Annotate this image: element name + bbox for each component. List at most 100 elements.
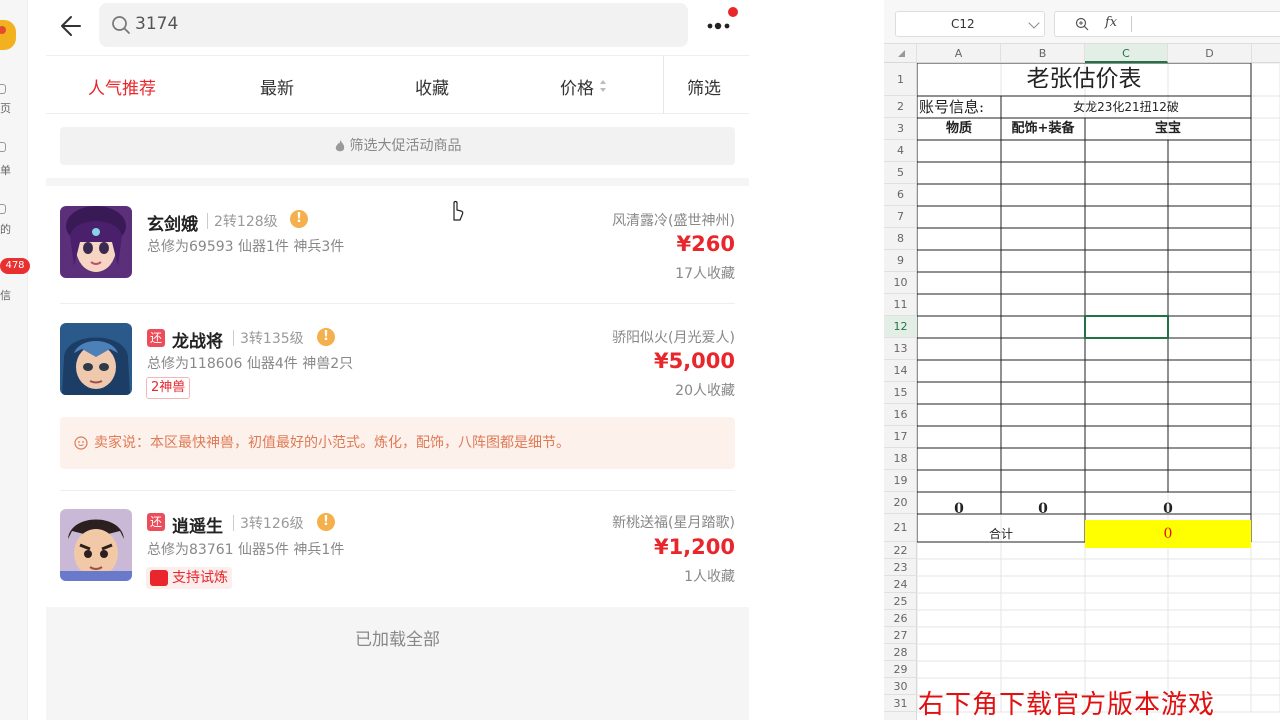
total-cell-c[interactable]: 0 xyxy=(1085,498,1251,520)
row-header-1[interactable]: 1 xyxy=(884,63,917,96)
cell-grid[interactable] xyxy=(917,63,1280,720)
item-name[interactable]: 逍遥生 xyxy=(172,512,223,537)
row-header-4[interactable]: 4 xyxy=(884,140,917,162)
promo-filter-button[interactable]: 筛选大促活动商品 xyxy=(60,127,735,165)
row-header-28[interactable]: 28 xyxy=(884,644,917,661)
row-header-11[interactable]: 11 xyxy=(884,294,917,316)
avatar[interactable] xyxy=(60,323,132,395)
sheet-title[interactable]: 老张估价表 xyxy=(917,63,1251,96)
home-icon[interactable] xyxy=(0,84,6,94)
row-header-24[interactable]: 24 xyxy=(884,576,917,593)
trial-support-label: 支持试炼 xyxy=(172,570,228,586)
tab-filter[interactable]: 筛选 xyxy=(687,74,721,99)
sidebar-label-message[interactable]: 信 xyxy=(0,287,11,303)
sort-tabs: 人气推荐 最新 收藏 价格 筛选 xyxy=(46,55,749,114)
item-name[interactable]: 龙战将 xyxy=(172,327,223,352)
account-value-cell[interactable]: 女龙23化21扭12破 xyxy=(1001,96,1251,118)
tab-favorites[interactable]: 收藏 xyxy=(415,74,449,99)
item-level: 2转128级 xyxy=(214,214,278,230)
selected-cell[interactable] xyxy=(1084,315,1169,339)
row-header-7[interactable]: 7 xyxy=(884,206,917,228)
warning-icon[interactable]: ! xyxy=(290,210,308,228)
warning-icon[interactable]: ! xyxy=(317,328,335,346)
promo-section: 筛选大促活动商品 xyxy=(46,114,749,178)
item-attributes: 总修为69593 仙器1件 神兵3件 xyxy=(147,239,345,255)
header-cell-pet[interactable]: 宝宝 xyxy=(1085,118,1251,140)
row-header-19[interactable]: 19 xyxy=(884,470,917,492)
sum-value-cell[interactable]: 0 xyxy=(1085,520,1251,548)
row-header-14[interactable]: 14 xyxy=(884,360,917,382)
formula-bar: C12 fx xyxy=(884,0,1280,44)
tab-price[interactable]: 价格 xyxy=(560,74,594,99)
sidebar-label-home[interactable]: 页 xyxy=(0,100,11,116)
header-cell-material[interactable]: 物质 xyxy=(917,118,1001,140)
row-header-15[interactable]: 15 xyxy=(884,382,917,404)
row-header-13[interactable]: 13 xyxy=(884,338,917,360)
column-header-c[interactable]: C xyxy=(1085,44,1168,63)
sidebar-label-order[interactable]: 单 xyxy=(0,162,11,178)
row-header-12[interactable]: 12 xyxy=(884,316,917,338)
row-header-8[interactable]: 8 xyxy=(884,228,917,250)
sum-label-cell[interactable]: 合计 xyxy=(917,520,1085,548)
row-header-21[interactable]: 21 xyxy=(884,514,917,542)
sidebar-label-mine[interactable]: 的 xyxy=(0,221,11,237)
row-header-9[interactable]: 9 xyxy=(884,250,917,272)
back-arrow-icon[interactable] xyxy=(58,12,88,40)
tab-popular[interactable]: 人气推荐 xyxy=(88,74,156,99)
divider xyxy=(233,515,234,531)
search-icon xyxy=(112,16,130,34)
avatar[interactable] xyxy=(60,206,132,278)
total-cell-b[interactable]: 0 xyxy=(1001,498,1085,520)
row-header-18[interactable]: 18 xyxy=(884,448,917,470)
row-header-23[interactable]: 23 xyxy=(884,559,917,576)
row-header-2[interactable]: 2 xyxy=(884,96,917,118)
item-name[interactable]: 玄剑娥 xyxy=(147,210,198,235)
column-header-d[interactable]: D xyxy=(1168,44,1252,63)
row-headers: 1 2 3 4 5 6 7 8 9 10 11 12 13 14 15 16 17 18 19 20 21 22 23 24 2… xyxy=(884,63,917,720)
row-header-27[interactable]: 27 xyxy=(884,627,917,644)
account-label-cell[interactable]: 账号信息: xyxy=(917,96,1001,118)
item-level: 3转126级 xyxy=(240,516,304,532)
function-icon[interactable]: fx xyxy=(1105,15,1117,30)
select-all-corner[interactable] xyxy=(884,44,917,63)
mine-icon[interactable] xyxy=(0,204,6,214)
row-header-26[interactable]: 26 xyxy=(884,610,917,627)
all-loaded-label: 已加载全部 xyxy=(355,630,440,650)
row-header-5[interactable]: 5 xyxy=(884,162,917,184)
tab-newest[interactable]: 最新 xyxy=(260,74,294,99)
item-price: ¥5,000 xyxy=(653,349,735,373)
row-header-16[interactable]: 16 xyxy=(884,404,917,426)
order-icon[interactable] xyxy=(0,142,6,152)
row-header-17[interactable]: 17 xyxy=(884,426,917,448)
cell-reference: C12 xyxy=(951,17,975,31)
row-header-30[interactable]: 30 xyxy=(884,678,917,695)
row-header-20[interactable]: 20 xyxy=(884,492,917,514)
warning-icon[interactable]: ! xyxy=(317,513,335,531)
row-header-25[interactable]: 25 xyxy=(884,593,917,610)
column-header-b[interactable]: B xyxy=(1001,44,1085,63)
row-header-3[interactable]: 3 xyxy=(884,118,917,140)
item-price: ¥1,200 xyxy=(653,535,735,559)
chevron-down-icon[interactable] xyxy=(1028,17,1040,29)
row-header-6[interactable]: 6 xyxy=(884,184,917,206)
total-cell-a[interactable]: 0 xyxy=(917,498,1001,520)
row-header-29[interactable]: 29 xyxy=(884,661,917,678)
app-logo-icon[interactable] xyxy=(0,20,16,50)
name-box[interactable]: C12 xyxy=(895,11,1045,37)
row-header-22[interactable]: 22 xyxy=(884,542,917,559)
redeem-badge: 还 xyxy=(147,329,165,347)
item-level: 3转135级 xyxy=(240,331,304,347)
search-input[interactable]: 3174 xyxy=(99,3,688,47)
zoom-icon[interactable] xyxy=(1075,17,1089,31)
avatar[interactable] xyxy=(60,509,132,581)
item-fav-count: 17人收藏 xyxy=(675,266,735,282)
formula-input[interactable]: fx xyxy=(1054,11,1280,37)
row-header-10[interactable]: 10 xyxy=(884,272,917,294)
column-header-a[interactable]: A xyxy=(917,44,1001,63)
row-header-31[interactable]: 31 xyxy=(884,695,917,712)
divider xyxy=(1131,16,1132,32)
header-cell-equipment[interactable]: 配饰+装备 xyxy=(1001,118,1085,140)
trial-support-tag: 支持试炼 xyxy=(146,567,232,589)
item-attributes: 总修为83761 仙器5件 神兵1件 xyxy=(147,542,345,558)
sort-arrows-icon xyxy=(600,80,606,92)
